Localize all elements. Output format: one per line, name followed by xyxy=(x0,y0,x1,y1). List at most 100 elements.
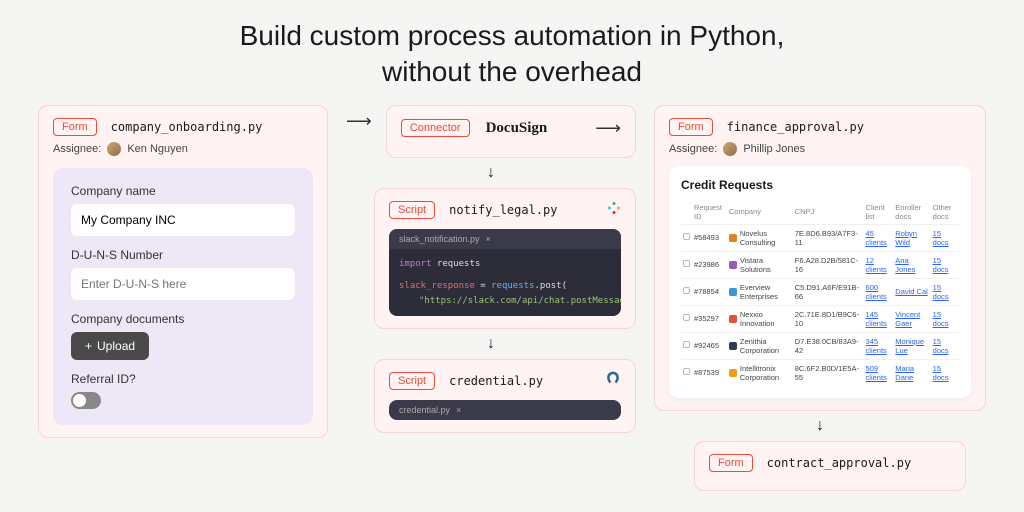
docs-link[interactable]: 15 docs xyxy=(933,364,949,382)
arrow-down-icon: ↓ xyxy=(487,335,495,352)
form-tag: Form xyxy=(669,118,713,136)
clients-link[interactable]: 12 clients xyxy=(866,256,887,274)
table-row[interactable]: #23986Vistara SolutionsF6.A28.D2B/581C-1… xyxy=(681,251,959,278)
upload-button[interactable]: + Upload xyxy=(71,332,149,360)
arrow-right-icon: ⟶ xyxy=(595,118,621,139)
checkbox[interactable] xyxy=(683,260,690,267)
assignee-name: Ken Nguyen xyxy=(127,143,188,155)
assignee-name: Phillip Jones xyxy=(743,143,805,155)
checkbox[interactable] xyxy=(683,314,690,321)
checkbox[interactable] xyxy=(683,287,690,294)
form-filename: finance_approval.py xyxy=(727,120,864,134)
docs-link[interactable]: 15 docs xyxy=(933,229,949,247)
script-card-credential: Script credential.py credential.py × xyxy=(374,359,636,433)
enroller-link[interactable]: Vincent Gaer xyxy=(895,310,920,328)
cnpj-cell: F6.A28.D2B/581C-16 xyxy=(793,251,864,278)
form-filename: company_onboarding.py xyxy=(111,120,263,134)
table-header: CNPJ xyxy=(793,200,864,225)
request-id: #35297 xyxy=(692,305,727,332)
cnpj-cell: 2C.71E.8D1/B9C6-10 xyxy=(793,305,864,332)
hero-line1: Build custom process automation in Pytho… xyxy=(240,20,785,51)
enroller-link[interactable]: Ana Jones xyxy=(895,256,915,274)
table-header: Request ID xyxy=(692,200,727,225)
duns-input[interactable] xyxy=(71,268,295,300)
connector-tag: Connector xyxy=(401,119,470,137)
slack-icon xyxy=(605,199,623,217)
checkbox[interactable] xyxy=(683,341,690,348)
clients-link[interactable]: 145 clients xyxy=(866,310,887,328)
checkbox[interactable] xyxy=(683,233,690,240)
docusign-logo: DocuSign xyxy=(486,120,548,137)
code-tab-name: slack_notification.py xyxy=(399,234,480,244)
avatar xyxy=(107,142,121,156)
cnpj-cell: 8C.6F2.B0D/1E5A-55 xyxy=(793,359,864,386)
table-header: Other docs xyxy=(931,200,959,225)
code-editor: credential.py × xyxy=(389,400,621,420)
table-title: Credit Requests xyxy=(681,178,959,192)
company-cell: Novelus Consulting xyxy=(727,224,793,251)
table-row[interactable]: #87539Intellitronix Corporation8C.6F2.B0… xyxy=(681,359,959,386)
request-id: #23986 xyxy=(692,251,727,278)
code-tab-name: credential.py xyxy=(399,405,450,415)
close-icon: × xyxy=(486,234,491,244)
enroller-link[interactable]: David Cal xyxy=(895,287,928,296)
request-id: #58493 xyxy=(692,224,727,251)
clients-link[interactable]: 509 clients xyxy=(866,364,887,382)
close-icon: × xyxy=(456,405,461,415)
script-tag: Script xyxy=(389,201,435,219)
table-header: Enroller docs xyxy=(893,200,930,225)
company-cell: Zenithia Corporation xyxy=(727,332,793,359)
assignee-label: Assignee: xyxy=(669,143,717,155)
company-name-input[interactable] xyxy=(71,204,295,236)
request-id: #78854 xyxy=(692,278,727,305)
table-row[interactable]: #78854Everview EnterprisesC5.D91.A6F/E91… xyxy=(681,278,959,305)
referral-toggle[interactable] xyxy=(71,392,101,409)
company-cell: Intellitronix Corporation xyxy=(727,359,793,386)
cnpj-cell: D7.E38.0CB/83A9-42 xyxy=(793,332,864,359)
table-row[interactable]: #35297Nexxio Innovation2C.71E.8D1/B9C6-1… xyxy=(681,305,959,332)
upload-label: Upload xyxy=(97,339,135,353)
form-filename: contract_approval.py xyxy=(767,456,912,470)
avatar xyxy=(723,142,737,156)
form-card-contract: Form contract_approval.py xyxy=(694,441,966,491)
table-row[interactable]: #58493Novelus Consulting7E.8D6.B93/A7F3-… xyxy=(681,224,959,251)
postgres-icon xyxy=(603,370,623,390)
docs-link[interactable]: 15 docs xyxy=(933,337,949,355)
script-card-notify: Script notify_legal.py slack_notificatio… xyxy=(374,188,636,329)
cnpj-cell: C5.D91.A6F/E91B-66 xyxy=(793,278,864,305)
enroller-link[interactable]: Robyn Wild xyxy=(895,229,917,247)
form-tag: Form xyxy=(53,118,97,136)
company-cell: Vistara Solutions xyxy=(727,251,793,278)
table-header: Client list xyxy=(864,200,894,225)
request-id: #92465 xyxy=(692,332,727,359)
clients-link[interactable]: 45 clients xyxy=(866,229,887,247)
enroller-link[interactable]: Maria Dane xyxy=(895,364,914,382)
docs-link[interactable]: 15 docs xyxy=(933,310,949,328)
docs-label: Company documents xyxy=(71,312,295,326)
arrow-right-icon: ⟶ xyxy=(346,111,372,132)
company-cell: Everview Enterprises xyxy=(727,278,793,305)
form-tag: Form xyxy=(709,454,753,472)
checkbox[interactable] xyxy=(683,368,690,375)
workflow-canvas: Form company_onboarding.py Assignee: Ken… xyxy=(0,105,1024,491)
docs-link[interactable]: 15 docs xyxy=(933,256,949,274)
referral-label: Referral ID? xyxy=(71,372,295,386)
table-row[interactable]: #92465Zenithia CorporationD7.E38.0CB/83A… xyxy=(681,332,959,359)
connector-card: Connector DocuSign ⟶ xyxy=(386,105,636,158)
docs-link[interactable]: 15 docs xyxy=(933,283,949,301)
company-name-label: Company name xyxy=(71,184,295,198)
table-header: Company xyxy=(727,200,793,225)
cnpj-cell: 7E.8D6.B93/A7F3-11 xyxy=(793,224,864,251)
clients-link[interactable]: 345 clients xyxy=(866,337,887,355)
script-filename: credential.py xyxy=(449,374,543,388)
table-header xyxy=(681,200,692,225)
hero-heading: Build custom process automation in Pytho… xyxy=(0,0,1024,105)
request-id: #87539 xyxy=(692,359,727,386)
enroller-link[interactable]: Monique Lue xyxy=(895,337,924,355)
duns-label: D-U-N-S Number xyxy=(71,248,295,262)
assignee-label: Assignee: xyxy=(53,143,101,155)
arrow-down-icon: ↓ xyxy=(487,164,495,181)
clients-link[interactable]: 600 clients xyxy=(866,283,887,301)
form-card-finance: Form finance_approval.py Assignee: Phill… xyxy=(654,105,986,411)
script-filename: notify_legal.py xyxy=(449,203,557,217)
